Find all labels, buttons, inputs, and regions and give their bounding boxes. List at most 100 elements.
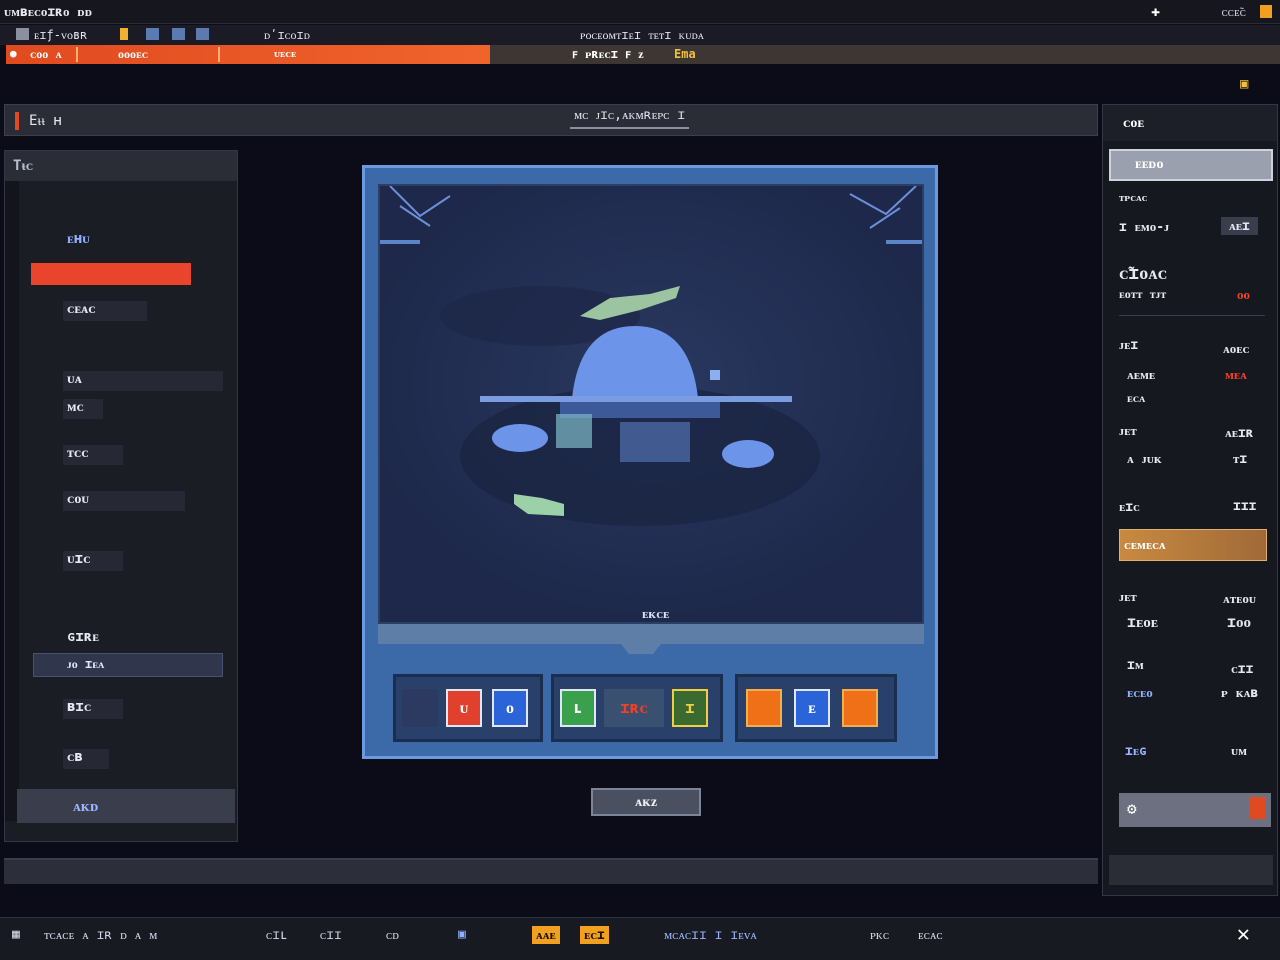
menu-item-center[interactable]: ᴘᴏᴄᴇᴏᴍᴛɪᴇɪ ᴛᴇᴛɪ ᴋᴜᴅᴀ — [580, 28, 704, 43]
editor-header: Eᵼᵼ ʜ ᴍᴄ ᴊɪᴄ,ᴀᴋᴍʀᴇᴘᴄ ɪ — [4, 104, 1098, 136]
progress-sub: ᴜᴇᴄᴇ — [274, 47, 297, 60]
highlighted-item[interactable] — [33, 653, 223, 677]
menu-item-file[interactable]: ᴇɪƒ-ᴠᴏʙʀ — [34, 28, 87, 43]
list-item[interactable]: ᴄʙ — [63, 749, 109, 769]
inventory-slot[interactable]: ᴇ — [794, 689, 830, 727]
property-value: ᴀᴛᴇᴏᴜ — [1223, 592, 1256, 607]
game-canvas[interactable]: ᴇᴋᴄᴇ — [378, 184, 924, 624]
right-footer-button[interactable]: ⚙ — [1119, 793, 1271, 827]
layers-icon[interactable] — [196, 28, 209, 40]
bookmark-icon[interactable] — [120, 28, 128, 40]
list-item[interactable]: ᴄᴇᴀᴄ — [63, 301, 147, 321]
monitor-icon[interactable]: ▣ — [458, 927, 466, 942]
property-value: ᴍᴇᴀ — [1225, 368, 1247, 383]
floating-rock — [722, 440, 774, 468]
status-item[interactable]: ᴇᴄᴀᴄ — [918, 927, 943, 943]
status-info: ᴍᴄᴀᴄɪɪ ɪ ɪᴇᴠᴀ — [664, 928, 757, 943]
list-item[interactable]: ᴍᴄ — [63, 399, 103, 419]
inventory-slot[interactable]: ᴜ — [446, 689, 482, 727]
status-item[interactable]: ᴄɪʟ — [266, 927, 288, 943]
viewport-notch — [621, 644, 661, 654]
progress-bar: ● ᴄᴏᴏ ᴀ ᴏᴏᴏᴇᴄ ᴜᴇᴄᴇ — [6, 45, 490, 64]
inventory-slot[interactable]: ʟ — [560, 689, 596, 727]
selected-item-bar[interactable] — [31, 263, 191, 285]
list-item[interactable]: ʙɪᴄ — [63, 699, 123, 719]
header-accent — [15, 112, 19, 130]
status-bar: ▦ ᴛᴄᴀᴄᴇ ᴀ ɪʀ ᴅ ᴀ ᴍ ᴄɪʟ ᴄɪɪ ᴄᴅ ▣ ᴀᴀᴇ ᴇᴄɪ … — [0, 917, 1280, 960]
right-panel: ᴄᴏᴇ ᴇᴇᴅᴏ ᴛᴘᴄᴀᴄ ɪ ᴇᴍᴏ-ᴊ ᴀᴇɪ ᴄ̃ɪᴏᴀᴄ ᴇᴏᴛᴛ ᴛ… — [1102, 104, 1278, 896]
clipboard-icon[interactable]: ▣ — [1240, 76, 1248, 92]
property-label: ᴇᴏᴛᴛ ᴛᴊᴛ — [1119, 287, 1167, 301]
file-icon[interactable] — [16, 28, 29, 40]
property-value: ᴜᴍ — [1231, 744, 1247, 759]
right-bottom-tab[interactable] — [1109, 855, 1273, 885]
left-panel-footer-button[interactable]: ᴀᴋᴅ — [17, 789, 235, 823]
warning-badge[interactable]: ᴇᴄɪ — [580, 926, 609, 944]
warning-badge[interactable]: ᴀᴀᴇ — [532, 926, 560, 944]
inventory-group-left: ᴜ ᴏ — [393, 674, 543, 742]
property-label: ᴇᴄᴇᴏ — [1127, 686, 1153, 701]
property-label: ᴀᴇᴍᴇ — [1127, 368, 1156, 383]
section-label: ᴛᴘᴄᴀᴄ — [1119, 191, 1148, 204]
property-label: ɪᴇᴏᴇ — [1127, 613, 1158, 631]
window-title: ᴜᴍʙᴇᴄᴏɪʀᴏ ᴅᴅ — [4, 5, 93, 20]
list-item[interactable]: ᴊᴏ ɪᴇᴀ — [63, 657, 108, 677]
list-item[interactable]: ᴜᴀ — [63, 371, 223, 391]
action-button[interactable]: ᴀᴋᴢ — [591, 788, 701, 816]
progress-count: ᴏᴏᴏᴇᴄ — [118, 47, 149, 61]
status-item[interactable]: ᴄɪɪ — [320, 927, 342, 943]
property-value: ɪɪɪ — [1233, 499, 1257, 514]
property-label: ᴇɪᴄ — [1119, 500, 1140, 515]
inventory-slot[interactable]: ɪ — [672, 689, 708, 727]
property-label: ᴀ ᴊᴜᴋ — [1127, 452, 1162, 467]
inventory-slot[interactable] — [842, 689, 878, 727]
list-item[interactable]: ᴛᴄᴄ — [63, 445, 123, 465]
list-item[interactable]: ɢɪʀᴇ — [63, 629, 103, 649]
close-icon[interactable]: ✕ — [1237, 922, 1250, 947]
right-search-field[interactable]: ᴇᴇᴅᴏ — [1109, 149, 1273, 181]
right-panel-action-button[interactable]: ᴄᴇᴍᴇᴄᴀ — [1119, 529, 1267, 561]
alert-icon — [1249, 797, 1265, 819]
property-value: ᴛɪ — [1233, 452, 1248, 467]
property-value-button[interactable]: ᴀᴇɪ — [1221, 217, 1258, 235]
left-footer-label: ᴀᴋᴅ — [73, 797, 99, 815]
property-label: ᴊᴇɪ — [1119, 338, 1139, 353]
save-icon[interactable] — [172, 28, 185, 40]
list-item[interactable]: ᴇʜᴜ — [63, 231, 94, 251]
image-icon[interactable]: ▦ — [12, 927, 20, 942]
title-right-text: ᴄᴄᴇ̃ᴄ — [1221, 5, 1246, 20]
left-panel: Tᵼᴄ ᴇʜᴜ ᴄᴇᴀᴄ ᴜᴀ ᴍᴄ ᴛᴄᴄ ᴄᴏᴜ ᴜɪᴄ ɢɪʀᴇ ᴊᴏ ɪ… — [4, 150, 238, 842]
property-heading: ᴄ̃ɪᴏᴀᴄ — [1119, 263, 1168, 284]
property-label: ɪ ᴇᴍᴏ-ᴊ — [1119, 220, 1170, 235]
folder-icon[interactable] — [146, 28, 159, 40]
inventory-group-right: ᴇ — [735, 674, 897, 742]
inventory-slot-empty[interactable] — [402, 689, 438, 727]
menu-item-settings[interactable]: ᴅʹɪᴄᴏɪᴅ — [264, 28, 310, 43]
menu-bar: ᴇɪƒ-ᴠᴏʙʀ ᴅʹɪᴄᴏɪᴅ ᴘᴏᴄᴇᴏᴍᴛɪᴇɪ ᴛᴇᴛɪ ᴋᴜᴅᴀ — [0, 25, 1280, 45]
game-viewport-frame: ᴇᴋᴄᴇ ᴜ ᴏ ʟ ɪʀᴄ ɪ ᴇ — [362, 165, 938, 759]
property-label: ɪᴇɢ — [1125, 744, 1147, 759]
puzzle-icon[interactable]: ✚ — [1151, 2, 1160, 20]
property-value: ᴀᴇɪʀ — [1225, 426, 1254, 441]
left-panel-title: Tᵼᴄ — [13, 158, 34, 174]
corner-ledge — [380, 240, 420, 244]
progress-label-right: ꜰ ᴘʀᴇᴄɪ ꜰ ᴢ — [572, 47, 644, 61]
list-item[interactable]: ᴜɪᴄ — [63, 551, 123, 571]
planet-ring — [480, 396, 792, 402]
horizontal-scrollbar[interactable] — [4, 858, 1098, 884]
left-rail — [5, 181, 19, 821]
status-item[interactable]: ᴘᴋᴄ — [870, 927, 889, 943]
editor-tab[interactable]: ᴍᴄ ᴊɪᴄ,ᴀᴋᴍʀᴇᴘᴄ ɪ — [570, 107, 690, 129]
progress-separator — [218, 47, 220, 62]
inventory-slot[interactable] — [746, 689, 782, 727]
inventory-slot[interactable]: ᴏ — [492, 689, 528, 727]
game-scene — [380, 186, 922, 622]
inventory-slot[interactable]: ɪʀᴄ — [604, 689, 664, 727]
notification-icon[interactable] — [1260, 5, 1272, 18]
inventory-group-center: ʟ ɪʀᴄ ɪ — [551, 674, 723, 742]
status-item[interactable]: ᴄᴅ — [386, 927, 399, 943]
editor-title[interactable]: Eᵼᵼ ʜ — [29, 113, 62, 130]
corner-ledge — [886, 240, 922, 244]
gear-icon: ⚙ — [1127, 799, 1137, 818]
list-item[interactable]: ᴄᴏᴜ — [63, 491, 185, 511]
